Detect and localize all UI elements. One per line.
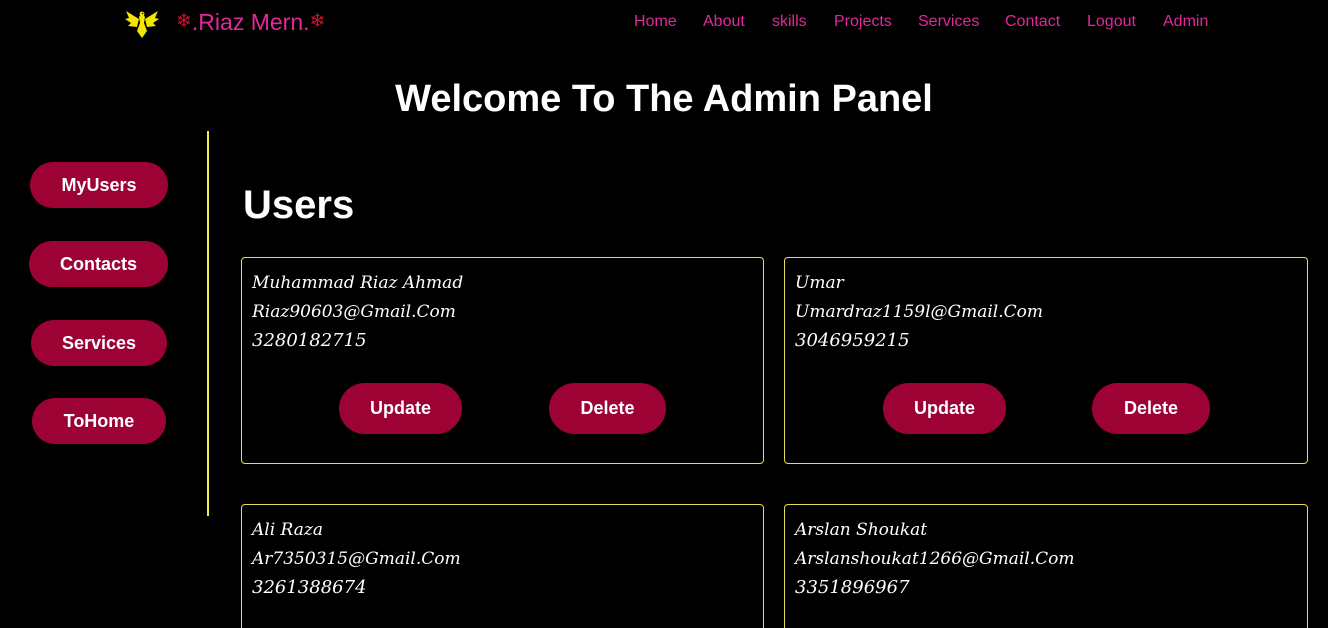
sidebar-item-contacts[interactable]: Contacts	[29, 241, 168, 287]
user-phone: 3351896967	[795, 577, 910, 598]
user-name: Ali Raza	[252, 520, 323, 540]
delete-button[interactable]: Delete	[549, 383, 666, 434]
section-title: Users	[243, 183, 355, 227]
nav-about[interactable]: About	[703, 11, 745, 33]
nav-skills[interactable]: skills	[772, 11, 807, 33]
nav-contact[interactable]: Contact	[1005, 11, 1060, 33]
sidebar-item-myusers[interactable]: MyUsers	[30, 162, 168, 208]
top-nav: Home About skills Projects Services Cont…	[0, 11, 1328, 33]
user-card: Muhammad Riaz Ahmad Riaz90603@Gmail.Com …	[241, 257, 764, 464]
user-name: Arslan Shoukat	[795, 520, 928, 540]
user-phone: 3280182715	[252, 330, 367, 351]
nav-logout[interactable]: Logout	[1087, 11, 1136, 33]
user-phone: 3261388674	[252, 577, 367, 598]
sidebar-item-tohome[interactable]: ToHome	[32, 398, 166, 444]
update-button[interactable]: Update	[883, 383, 1006, 434]
user-email: Ar7350315@Gmail.Com	[252, 549, 461, 569]
admin-page: ❄ .Riaz Mern. ❄ Home About skills Projec…	[0, 0, 1328, 628]
nav-projects[interactable]: Projects	[834, 11, 892, 33]
user-email: Arslanshoukat1266@Gmail.Com	[795, 549, 1075, 569]
user-card: Umar Umardraz1159l@Gmail.Com 3046959215 …	[784, 257, 1308, 464]
user-name: Muhammad Riaz Ahmad	[252, 273, 464, 293]
sidebar-item-services[interactable]: Services	[31, 320, 167, 366]
nav-services[interactable]: Services	[918, 11, 979, 33]
user-card: Arslan Shoukat Arslanshoukat1266@Gmail.C…	[784, 504, 1308, 628]
sidebar-divider	[207, 131, 209, 516]
nav-admin[interactable]: Admin	[1163, 11, 1208, 33]
delete-button[interactable]: Delete	[1092, 383, 1210, 434]
user-email: Riaz90603@Gmail.Com	[252, 302, 456, 322]
page-title: Welcome To The Admin Panel	[395, 78, 933, 120]
user-card: Ali Raza Ar7350315@Gmail.Com 3261388674	[241, 504, 764, 628]
update-button[interactable]: Update	[339, 383, 462, 434]
user-phone: 3046959215	[795, 330, 910, 351]
user-name: Umar	[795, 273, 844, 293]
user-email: Umardraz1159l@Gmail.Com	[795, 302, 1043, 322]
nav-home[interactable]: Home	[634, 11, 677, 33]
